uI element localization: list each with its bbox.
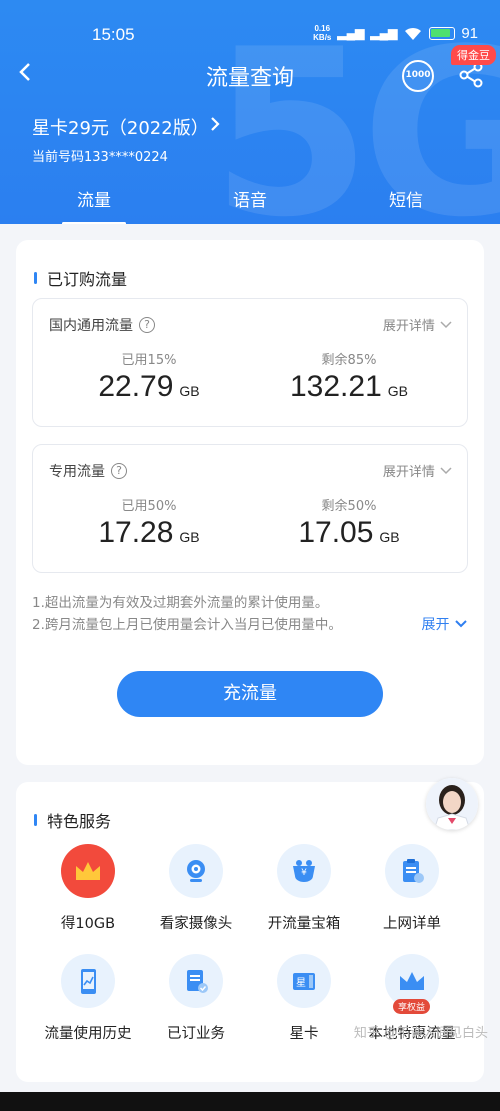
service-item-home-camera[interactable]: 看家摄像头 bbox=[141, 844, 251, 933]
share-icon bbox=[459, 62, 483, 88]
treasure-icon: ¥ bbox=[277, 844, 331, 898]
phone-number: 当前号码133****0224 bbox=[32, 150, 168, 165]
remaining-label: 剩余50% bbox=[321, 499, 377, 514]
expand-details-link[interactable]: 展开详情 bbox=[383, 461, 453, 480]
header: 5G 15:05 0.16 KB/s ▂▄▆ ▂▄▆ 91 流量查询 1000 … bbox=[0, 0, 500, 224]
document-check-icon bbox=[169, 954, 223, 1008]
clipboard-icon bbox=[385, 844, 439, 898]
status-bar: 15:05 0.16 KB/s ▂▄▆ ▂▄▆ 91 bbox=[0, 22, 500, 50]
used-label: 已用15% bbox=[121, 353, 177, 368]
used-value: 22.79 GB bbox=[98, 370, 200, 403]
tab-voice[interactable]: 语音 bbox=[200, 186, 300, 211]
svg-text:星: 星 bbox=[296, 977, 306, 989]
help-icon[interactable]: ? bbox=[111, 463, 127, 479]
chevron-down-icon bbox=[440, 467, 452, 475]
status-icons: 0.16 KB/s ▂▄▆ ▂▄▆ 91 bbox=[313, 24, 478, 42]
battery-icon bbox=[429, 26, 456, 40]
svg-text:¥: ¥ bbox=[301, 868, 307, 878]
service-item-star-card[interactable]: 星 星卡 bbox=[249, 954, 359, 1043]
assistant-avatar[interactable] bbox=[426, 778, 478, 830]
service-label: 已订业务 bbox=[167, 1026, 225, 1042]
note-2: 2.跨月流量包上月已使用量会计入当月已使用量中。 bbox=[32, 617, 342, 633]
remaining-column: 剩余85% 132.21 GB bbox=[249, 349, 449, 404]
plan-name[interactable]: 星卡29元（2022版） bbox=[32, 114, 209, 140]
service-item-subscribed-services[interactable]: 已订业务 bbox=[141, 954, 251, 1043]
system-nav-bar bbox=[0, 1092, 500, 1111]
service-label: 上网详单 bbox=[383, 916, 441, 932]
chevron-down-icon bbox=[440, 321, 452, 329]
recharge-data-button[interactable]: 充流量 bbox=[117, 671, 383, 717]
tab-bar: 流量 语音 短信 bbox=[0, 186, 500, 224]
gold-bean-badge[interactable]: 得金豆 bbox=[451, 45, 496, 65]
section-title-subscribed: 已订购流量 bbox=[34, 266, 127, 290]
service-item-get-10gb[interactable]: 得10GB bbox=[33, 844, 143, 933]
used-value: 17.28 GB bbox=[98, 516, 200, 549]
card-icon: 星 bbox=[277, 954, 331, 1008]
remaining-label: 剩余85% bbox=[321, 353, 377, 368]
expand-details-link[interactable]: 展开详情 bbox=[383, 315, 453, 334]
notes: 1.超出流量为有效及过期套外流量的累计使用量。 2.跨月流量包上月已使用量会计入… bbox=[32, 592, 342, 636]
subscribed-data-card: 已订购流量 国内通用流量 ? 展开详情 已用15% 22.79 GB 剩余85% … bbox=[16, 240, 484, 765]
chevron-down-icon bbox=[455, 620, 467, 628]
package-card-dedicated: 专用流量 ? 展开详情 已用50% 17.28 GB 剩余50% 17.05 GB bbox=[32, 444, 468, 573]
used-column: 已用15% 22.79 GB bbox=[49, 349, 249, 404]
wifi-icon bbox=[405, 27, 422, 40]
status-time: 15:05 bbox=[92, 25, 135, 44]
package-name: 国内通用流量 ? bbox=[49, 315, 155, 335]
used-label: 已用50% bbox=[121, 499, 177, 514]
service-label: 看家摄像头 bbox=[159, 916, 233, 932]
expand-notes-link[interactable]: 展开 bbox=[422, 614, 468, 634]
help-icon[interactable]: ? bbox=[139, 317, 155, 333]
package-name: 专用流量 ? bbox=[49, 461, 127, 481]
service-label: 流量使用历史 bbox=[44, 1026, 132, 1042]
network-speed: 0.16 KB/s bbox=[313, 24, 332, 42]
crown-icon bbox=[61, 844, 115, 898]
crown-badge-icon: 享权益 bbox=[385, 954, 439, 1014]
remaining-value: 17.05 GB bbox=[298, 516, 400, 549]
signal-icon-2: ▂▄▆ bbox=[370, 26, 398, 40]
remaining-value: 132.21 GB bbox=[290, 370, 408, 403]
share-button[interactable] bbox=[458, 62, 486, 90]
chevron-right-icon[interactable] bbox=[208, 114, 222, 139]
service-1000-icon[interactable]: 1000 bbox=[402, 60, 434, 92]
tab-sms[interactable]: 短信 bbox=[356, 186, 456, 211]
watermark: 知乎 @不许人间见白头 bbox=[353, 1026, 488, 1041]
package-card-general: 国内通用流量 ? 展开详情 已用15% 22.79 GB 剩余85% 132.21… bbox=[32, 298, 468, 427]
phone-chart-icon bbox=[61, 954, 115, 1008]
used-column: 已用50% 17.28 GB bbox=[49, 495, 249, 550]
service-label: 得10GB bbox=[60, 916, 116, 932]
rights-badge: 享权益 bbox=[393, 999, 431, 1014]
section-title-services: 特色服务 bbox=[34, 808, 111, 832]
service-label: 星卡 bbox=[289, 1026, 319, 1042]
battery-percent: 91 bbox=[461, 24, 478, 42]
note-1: 1.超出流量为有效及过期套外流量的累计使用量。 bbox=[32, 595, 329, 611]
signal-icon: ▂▄▆ bbox=[337, 26, 365, 40]
section-marker bbox=[34, 814, 37, 826]
camera-icon bbox=[169, 844, 223, 898]
section-marker bbox=[34, 272, 37, 284]
service-item-usage-detail[interactable]: 上网详单 bbox=[357, 844, 467, 933]
service-label: 开流量宝箱 bbox=[267, 916, 341, 932]
tab-data[interactable]: 流量 bbox=[44, 186, 144, 224]
service-item-usage-history[interactable]: 流量使用历史 bbox=[33, 954, 143, 1043]
service-item-data-treasure[interactable]: ¥ 开流量宝箱 bbox=[249, 844, 359, 933]
remaining-column: 剩余50% 17.05 GB bbox=[249, 495, 449, 550]
